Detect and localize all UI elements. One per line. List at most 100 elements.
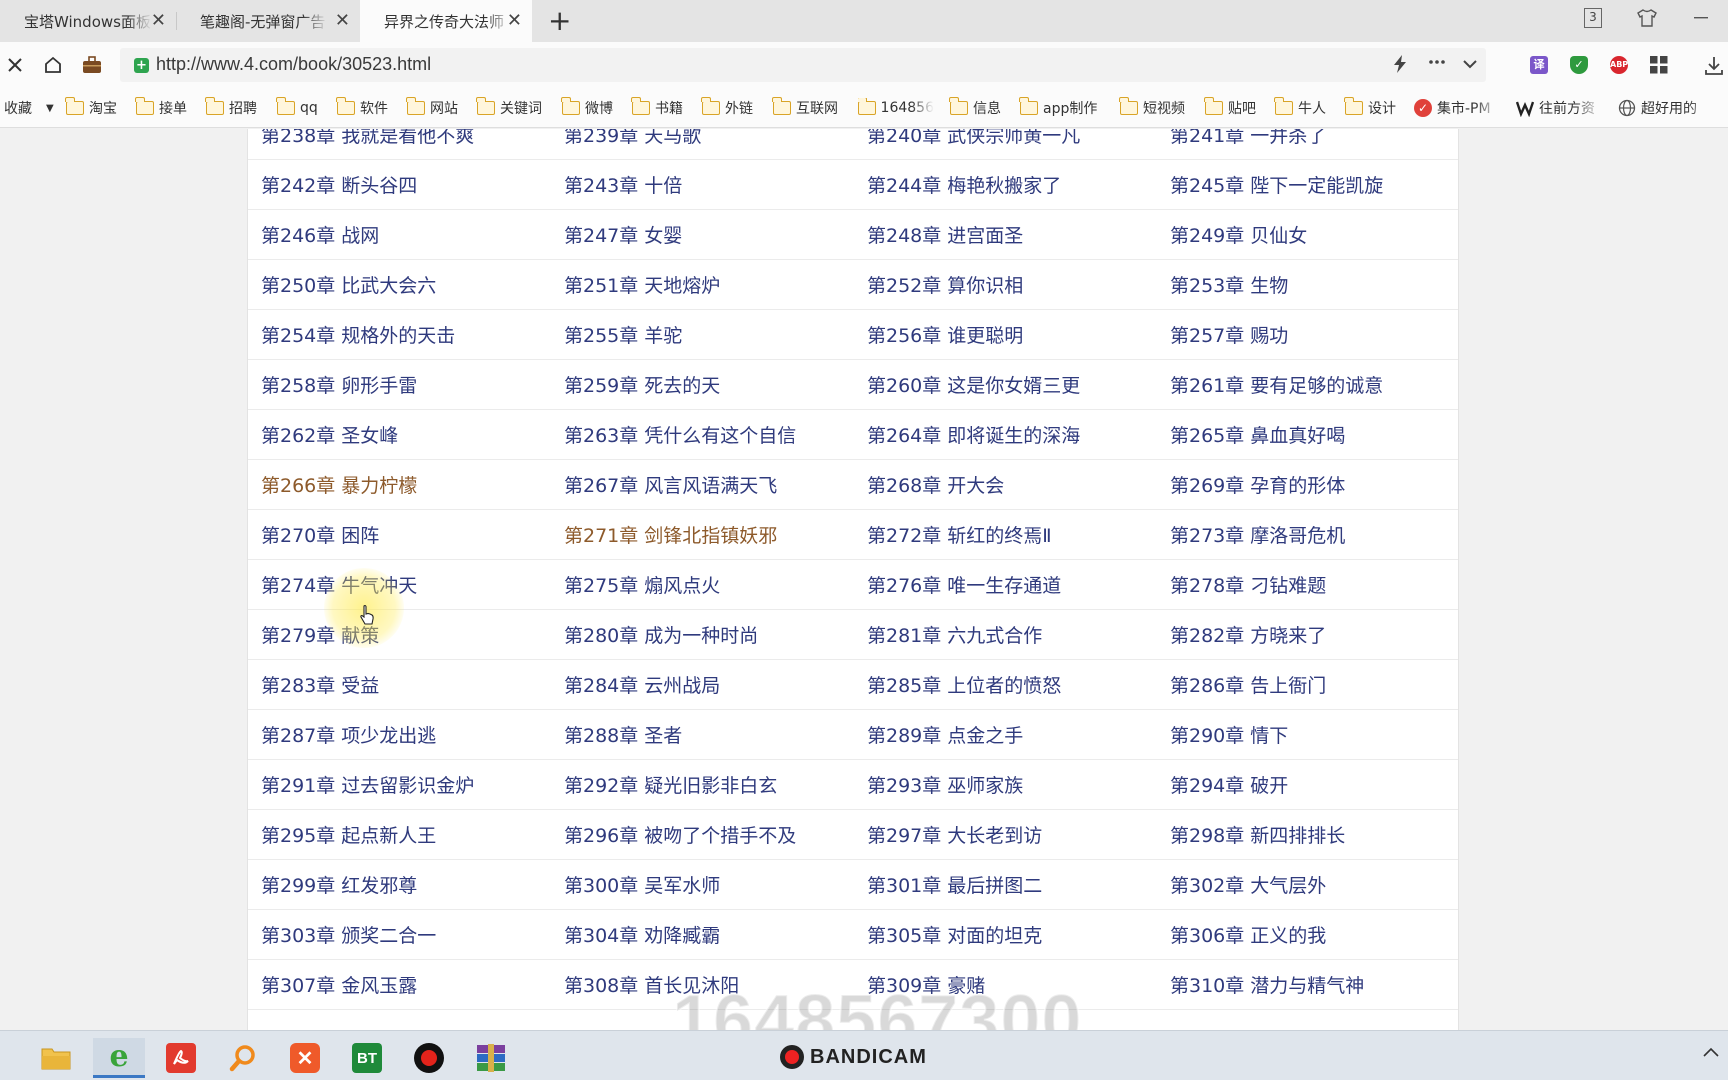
chapter-link[interactable]: 第273章 摩洛哥危机	[1170, 521, 1345, 548]
close-icon[interactable]: ✕	[507, 11, 522, 31]
chapter-link[interactable]: 第287章 项少龙出逃	[261, 721, 436, 748]
taskbar-browser[interactable]: e	[93, 1038, 145, 1078]
new-tab-button[interactable]: +	[548, 6, 571, 36]
chapter-link[interactable]: 第262章 圣女峰	[261, 421, 398, 448]
adblock-icon[interactable]: ABP	[1610, 56, 1628, 74]
url-text[interactable]: http://www.4.com/book/30523.html	[156, 54, 431, 75]
tab-baota[interactable]: 宝塔Windows面板 ✕	[0, 0, 176, 42]
chapter-link[interactable]: 第268章 开大会	[867, 471, 1004, 498]
chapter-link[interactable]: 第300章 吴军水师	[564, 871, 720, 898]
lightning-icon[interactable]	[1392, 54, 1408, 79]
bookmark-folder[interactable]: 关键词	[476, 97, 542, 118]
stop-button[interactable]	[2, 52, 28, 78]
chapter-link[interactable]: 第288章 圣者	[564, 721, 682, 748]
bookmark-folder[interactable]: app制作	[1019, 97, 1097, 118]
address-bar[interactable]: + http://www.4.com/book/30523.html	[120, 48, 1486, 82]
chevron-down-icon[interactable]	[1462, 54, 1478, 79]
bookmark-folder[interactable]: 牛人	[1274, 97, 1326, 118]
chapter-link[interactable]: 第303章 颁奖二合一	[261, 921, 436, 948]
chapter-link[interactable]: 第283章 受益	[261, 671, 379, 698]
bookmark-link[interactable]: ✓ 集市-PM	[1414, 98, 1500, 118]
chapter-link[interactable]: 第264章 即将诞生的深海	[867, 421, 1080, 448]
bookmark-folder[interactable]: 短视频	[1119, 97, 1185, 118]
chapter-link[interactable]: 第276章 唯一生存通道	[867, 571, 1061, 598]
minimize-button[interactable]	[1674, 0, 1728, 36]
download-icon[interactable]	[1704, 56, 1723, 75]
chapter-link[interactable]: 第279章 献策	[261, 621, 379, 648]
chapter-link[interactable]: 第247章 女婴	[564, 221, 682, 248]
chapter-link[interactable]: 第286章 告上衙门	[1170, 671, 1326, 698]
chapter-link[interactable]: 第306章 正义的我	[1170, 921, 1326, 948]
chapter-link[interactable]: 第267章 风言风语满天飞	[564, 471, 777, 498]
bookmark-link[interactable]: 超好用的	[1618, 98, 1718, 118]
chapter-link[interactable]: 第250章 比武大会六	[261, 271, 436, 298]
taskbar-wps-pdf[interactable]	[155, 1038, 207, 1078]
bookmark-folder[interactable]: 淘宝	[65, 97, 117, 118]
bookmark-folder[interactable]: 招聘	[205, 97, 257, 118]
more-icon[interactable]	[1428, 50, 1446, 79]
chapter-link[interactable]: 第285章 上位者的愤怒	[867, 671, 1061, 698]
chapter-link[interactable]: 第257章 赐功	[1170, 321, 1288, 348]
chapter-link[interactable]: 第241章 一并杀了	[1170, 129, 1326, 148]
chapter-link[interactable]: 第294章 破开	[1170, 771, 1288, 798]
chapter-link[interactable]: 第242章 断头谷四	[261, 171, 417, 198]
chapter-link[interactable]: 第302章 大气层外	[1170, 871, 1326, 898]
chapter-link[interactable]: 第253章 生物	[1170, 271, 1288, 298]
chapter-link[interactable]: 第272章 斩红的终焉Ⅱ	[867, 521, 1052, 548]
chapter-link[interactable]: 第280章 成为一种时尚	[564, 621, 758, 648]
skin-button[interactable]	[1620, 0, 1674, 36]
chapter-link[interactable]: 第301章 最后拼图二	[867, 871, 1042, 898]
chapter-link[interactable]: 第252章 算你识相	[867, 271, 1023, 298]
chapter-link[interactable]: 第251章 天地熔炉	[564, 271, 720, 298]
chapter-link[interactable]: 第254章 规格外的天击	[261, 321, 455, 348]
chapter-link[interactable]: 第244章 梅艳秋搬家了	[867, 171, 1061, 198]
chapter-link[interactable]: 第259章 死去的天	[564, 371, 720, 398]
taskbar-file-explorer[interactable]	[30, 1038, 82, 1078]
shield-icon[interactable]: ✓	[1570, 56, 1588, 74]
bookmark-folder[interactable]: 书籍	[631, 97, 683, 118]
chapter-link[interactable]: 第298章 新四排排长	[1170, 821, 1345, 848]
taskbar-recorder[interactable]	[403, 1038, 455, 1078]
chapter-link[interactable]: 第270章 困阵	[261, 521, 379, 548]
bookmark-folder[interactable]: 网站	[406, 97, 458, 118]
bookmark-link[interactable]: 往前方资	[1516, 98, 1602, 118]
chapter-link[interactable]: 第249章 贝仙女	[1170, 221, 1307, 248]
chapter-link[interactable]: 第284章 云州战局	[564, 671, 720, 698]
favorites-menu[interactable]: 收藏 ▼	[4, 98, 54, 118]
chapter-link[interactable]: 第263章 凭什么有这个自信	[564, 421, 796, 448]
home-button[interactable]	[40, 52, 66, 78]
taskbar-x-app[interactable]: ✕	[279, 1038, 331, 1078]
bookmark-folder[interactable]: 软件	[336, 97, 388, 118]
close-icon[interactable]: ✕	[151, 11, 166, 31]
chapter-link[interactable]: 第293章 巫师家族	[867, 771, 1023, 798]
chapter-link[interactable]: 第275章 煽风点火	[564, 571, 720, 598]
bookmark-folder[interactable]: 互联网	[772, 97, 838, 118]
chapter-link[interactable]: 第265章 鼻血真好喝	[1170, 421, 1345, 448]
chapter-link[interactable]: 第297章 大长老到访	[867, 821, 1042, 848]
toolbox-button[interactable]	[79, 52, 105, 78]
chapter-link[interactable]: 第260章 这是你女婿三更	[867, 371, 1080, 398]
bookmark-folder[interactable]: 外链	[701, 97, 753, 118]
bookmark-folder[interactable]: 微博	[561, 97, 613, 118]
chapter-link[interactable]: 第299章 红发邪尊	[261, 871, 417, 898]
tab-count-button[interactable]: 3	[1566, 0, 1620, 36]
bookmark-folder[interactable]: 信息	[949, 97, 1001, 118]
chapter-link[interactable]: 第256章 谁更聪明	[867, 321, 1023, 348]
chapter-link[interactable]: 第271章 剑锋北指镇妖邪	[564, 521, 777, 548]
chapter-link[interactable]: 第295章 起点新人王	[261, 821, 436, 848]
chapter-link[interactable]: 第248章 进宫面圣	[867, 221, 1023, 248]
chapter-link[interactable]: 第261章 要有足够的诚意	[1170, 371, 1383, 398]
chapter-link[interactable]: 第274章 牛气冲天	[261, 571, 417, 598]
chapter-link[interactable]: 第305章 对面的坦克	[867, 921, 1042, 948]
bookmark-folder[interactable]: 设计	[1344, 97, 1396, 118]
chapter-link[interactable]: 第278章 刁钻难题	[1170, 571, 1326, 598]
tab-biquge[interactable]: 笔趣阁-无弹窗广告 ✕	[176, 0, 360, 42]
close-icon[interactable]: ✕	[335, 11, 350, 31]
chapter-link[interactable]: 第266章 暴力柠檬	[261, 471, 417, 498]
translate-icon[interactable]: 译	[1530, 56, 1548, 74]
tray-expand-icon[interactable]	[1702, 1042, 1720, 1063]
chapter-link[interactable]: 第282章 方晓来了	[1170, 621, 1326, 648]
chapter-link[interactable]: 第239章 天马歌	[564, 129, 701, 148]
chapter-link[interactable]: 第304章 劝降臧霸	[564, 921, 720, 948]
chapter-link[interactable]: 第243章 十倍	[564, 171, 682, 198]
